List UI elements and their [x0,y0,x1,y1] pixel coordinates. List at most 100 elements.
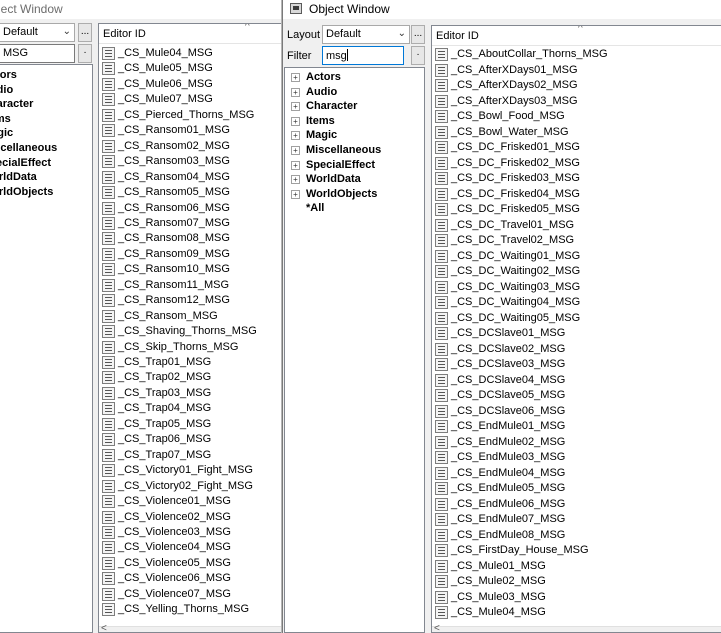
list-item[interactable]: _CS_Trap01_MSG [100,355,280,371]
plus-box-icon[interactable]: + [291,102,300,112]
plus-box-icon[interactable]: + [291,160,300,170]
layout-options-button[interactable]: ... [411,25,425,44]
filter-clear-button[interactable]: · [411,46,425,65]
list-item[interactable]: _CS_DCSlave03_MSG [433,357,720,373]
list-item[interactable]: _CS_DC_Frisked04_MSG [433,187,720,203]
list-item[interactable]: _CS_Mule05_MSG [100,61,280,77]
list-item[interactable]: _CS_Yelling_Thorns_MSG [100,602,280,618]
list-item[interactable]: _CS_Trap02_MSG [100,370,280,386]
list-item[interactable]: _CS_DC_Waiting03_MSG [433,280,720,296]
list-item[interactable]: _CS_Mule04_MSG [433,605,720,621]
plus-box-icon[interactable]: + [291,87,300,97]
list-item[interactable]: _CS_DC_Waiting05_MSG [433,311,720,327]
list-item[interactable]: _CS_DCSlave05_MSG [433,388,720,404]
list-item[interactable]: _CS_Ransom02_MSG [100,139,280,155]
list-item[interactable]: _CS_EndMule04_MSG [433,466,720,482]
title-bar[interactable]: Object Window [0,0,281,19]
list-item[interactable]: _CS_Pierced_Thorns_MSG [100,108,280,124]
layout-options-button[interactable]: ... [78,23,92,42]
column-header-editor-id[interactable]: Editor ID ^ [432,26,721,46]
list-item[interactable]: _CS_Skip_Thorns_MSG [100,340,280,356]
list-item[interactable]: _CS_Ransom_MSG [100,309,280,325]
list-item[interactable]: _CS_Mule03_MSG [433,590,720,606]
list-item[interactable]: _CS_DC_Frisked01_MSG [433,140,720,156]
list-item[interactable]: _CS_Ransom09_MSG [100,247,280,263]
list-item[interactable]: _CS_Bowl_Water_MSG [433,125,720,141]
list-item[interactable]: _CS_Ransom06_MSG [100,201,280,217]
list-item[interactable]: _CS_EndMule02_MSG [433,435,720,451]
plus-box-icon[interactable]: + [291,116,300,126]
list-item[interactable]: _CS_Ransom07_MSG [100,216,280,232]
list-item[interactable]: _CS_Ransom03_MSG [100,154,280,170]
horizontal-scrollbar[interactable]: < [432,623,721,632]
plus-box-icon[interactable]: + [291,189,300,199]
title-bar[interactable]: Object Window [283,0,721,19]
list-item[interactable]: _CS_DC_Frisked05_MSG [433,202,720,218]
list-item[interactable]: _CS_Ransom08_MSG [100,231,280,247]
list-item[interactable]: _CS_DCSlave02_MSG [433,342,720,358]
plus-box-icon[interactable]: + [291,73,300,82]
list-item[interactable]: _CS_Trap05_MSG [100,417,280,433]
filter-input[interactable]: msg [322,46,404,65]
list-item[interactable]: _CS_DC_Travel02_MSG [433,233,720,249]
list-item[interactable]: _CS_Trap06_MSG [100,432,280,448]
list-item[interactable]: _CS_DCSlave01_MSG [433,326,720,342]
plus-box-icon[interactable]: + [291,146,300,155]
column-header-editor-id[interactable]: Editor ID ^ [99,24,281,44]
list-item[interactable]: _CS_EndMule07_MSG [433,512,720,528]
filter-clear-button[interactable]: · [78,44,92,63]
list-item[interactable]: _CS_Violence01_MSG [100,494,280,510]
list-item[interactable]: _CS_Violence07_MSG [100,587,280,603]
list-item[interactable]: _CS_EndMule01_MSG [433,419,720,435]
list-item[interactable]: _CS_Bowl_Food_MSG [433,109,720,125]
list-item[interactable]: _CS_Mule01_MSG [433,559,720,575]
filter-input[interactable]: MSG [0,44,75,63]
list-item[interactable]: _CS_Trap04_MSG [100,401,280,417]
list-item[interactable]: _CS_Violence02_MSG [100,510,280,526]
list-item[interactable]: _CS_DC_Frisked03_MSG [433,171,720,187]
horizontal-scrollbar[interactable]: < [99,623,281,632]
list-item[interactable]: _CS_Mule04_MSG [100,46,280,62]
message-form-icon [102,263,115,277]
list-item[interactable]: _CS_Ransom10_MSG [100,262,280,278]
list-item[interactable]: _CS_FirstDay_House_MSG [433,543,720,559]
list-item[interactable]: _CS_DC_Travel01_MSG [433,218,720,234]
list-item[interactable]: _CS_EndMule08_MSG [433,528,720,544]
list-item[interactable]: _CS_Violence03_MSG [100,525,280,541]
list-item[interactable]: _CS_DCSlave06_MSG [433,404,720,420]
list-item[interactable]: _CS_Trap07_MSG [100,448,280,464]
list-item[interactable]: _CS_DC_Waiting02_MSG [433,264,720,280]
list-item[interactable]: _CS_DC_Waiting01_MSG [433,249,720,265]
list-item[interactable]: _CS_DC_Frisked02_MSG [433,156,720,172]
list-item[interactable]: _CS_DC_Waiting04_MSG [433,295,720,311]
list-item[interactable]: _CS_Mule07_MSG [100,92,280,108]
plus-box-icon[interactable]: + [291,131,300,141]
list-item[interactable]: _CS_EndMule06_MSG [433,497,720,513]
list-item[interactable]: _CS_Ransom05_MSG [100,185,280,201]
scroll-left-icon[interactable]: < [101,623,107,632]
list-item[interactable]: _CS_Ransom04_MSG [100,170,280,186]
scroll-left-icon[interactable]: < [434,623,440,632]
list-item[interactable]: _CS_Mule06_MSG [100,77,280,93]
list-item[interactable]: _CS_Ransom11_MSG [100,278,280,294]
list-item[interactable]: _CS_Ransom01_MSG [100,123,280,139]
list-item[interactable]: _CS_Victory02_Fight_MSG [100,479,280,495]
list-item[interactable]: _CS_AfterXDays01_MSG [433,63,720,79]
list-item[interactable]: _CS_Violence06_MSG [100,571,280,587]
plus-box-icon[interactable]: + [291,175,300,185]
list-item[interactable]: _CS_EndMule03_MSG [433,450,720,466]
layout-dropdown[interactable]: Default ⌄ [322,25,410,44]
list-item[interactable]: _CS_AfterXDays02_MSG [433,78,720,94]
list-item[interactable]: _CS_Victory01_Fight_MSG [100,463,280,479]
list-item[interactable]: _CS_EndMule05_MSG [433,481,720,497]
list-item[interactable]: _CS_AboutCollar_Thorns_MSG [433,47,720,63]
list-item[interactable]: _CS_Mule02_MSG [433,574,720,590]
list-item[interactable]: _CS_Trap03_MSG [100,386,280,402]
list-item[interactable]: _CS_Violence04_MSG [100,540,280,556]
list-item[interactable]: _CS_Violence05_MSG [100,556,280,572]
list-item[interactable]: _CS_AfterXDays03_MSG [433,94,720,110]
list-item[interactable]: _CS_Shaving_Thorns_MSG [100,324,280,340]
list-item[interactable]: _CS_DCSlave04_MSG [433,373,720,389]
list-item[interactable]: _CS_Ransom12_MSG [100,293,280,309]
layout-dropdown[interactable]: Default ⌄ [0,23,75,42]
